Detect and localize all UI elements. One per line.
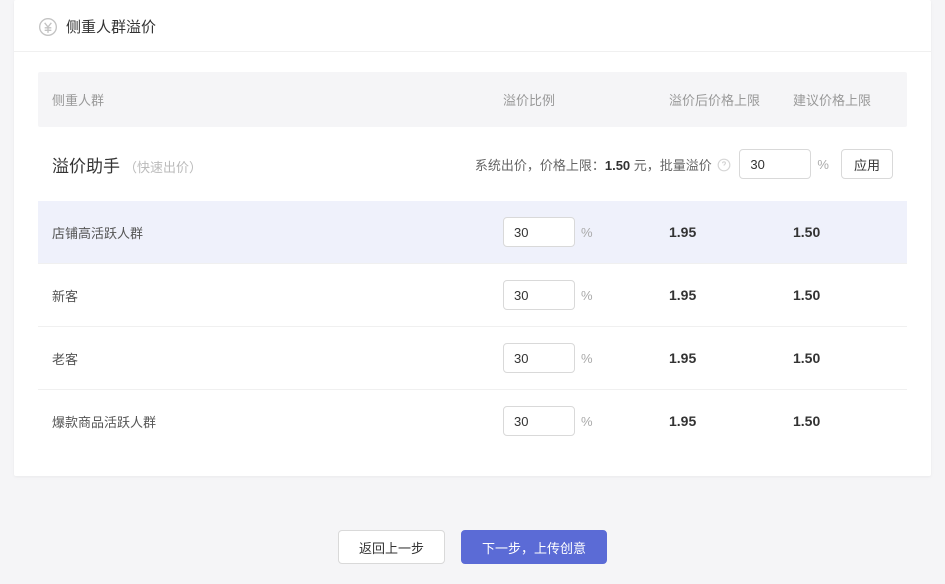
back-button[interactable]: 返回上一步 bbox=[338, 530, 445, 564]
col-header-upper: 溢价后价格上限 bbox=[669, 90, 793, 109]
table-row: 老客% 1.951.50 bbox=[38, 327, 907, 390]
row-ratio: % bbox=[503, 217, 669, 247]
apply-button[interactable]: 应用 bbox=[841, 149, 893, 179]
assist-price: 1.50 bbox=[605, 158, 630, 173]
ratio-input[interactable] bbox=[503, 406, 575, 436]
yen-circle-icon bbox=[38, 17, 58, 37]
ratio-input-group: % bbox=[503, 406, 669, 436]
row-suggest: 1.50 bbox=[793, 224, 893, 240]
ratio-input[interactable] bbox=[503, 343, 575, 373]
batch-input-group: % 应用 bbox=[739, 149, 893, 179]
row-ratio: % bbox=[503, 343, 669, 373]
row-ratio: % bbox=[503, 280, 669, 310]
assist-left: 溢价助手 （快速出价） bbox=[52, 152, 247, 177]
table-row: 店铺高活跃人群% 1.951.50 bbox=[38, 201, 907, 264]
card-title: 侧重人群溢价 bbox=[66, 16, 156, 37]
ratio-input[interactable] bbox=[503, 280, 575, 310]
row-ratio: % bbox=[503, 406, 669, 436]
premium-card: 侧重人群溢价 侧重人群 溢价比例 溢价后价格上限 建议价格上限 溢价助手 （快速… bbox=[14, 0, 931, 476]
percent-label: % bbox=[817, 157, 829, 172]
ratio-input[interactable] bbox=[503, 217, 575, 247]
row-name: 新客 bbox=[52, 286, 503, 305]
help-icon[interactable] bbox=[717, 158, 731, 172]
percent-label: % bbox=[581, 225, 593, 240]
row-suggest: 1.50 bbox=[793, 287, 893, 303]
card-header: 侧重人群溢价 bbox=[14, 0, 931, 52]
assist-desc: 系统出价，价格上限：1.50 元，批量溢价 bbox=[247, 155, 739, 174]
row-upper: 1.95 bbox=[669, 350, 793, 366]
ratio-input-group: % bbox=[503, 343, 669, 373]
col-header-suggest: 建议价格上限 bbox=[793, 90, 893, 109]
row-suggest: 1.50 bbox=[793, 350, 893, 366]
batch-premium-input[interactable] bbox=[739, 149, 811, 179]
assist-title: 溢价助手 bbox=[52, 152, 120, 177]
table-row: 新客% 1.951.50 bbox=[38, 264, 907, 327]
table-row: 爆款商品活跃人群% 1.951.50 bbox=[38, 390, 907, 452]
row-name: 老客 bbox=[52, 349, 503, 368]
col-header-ratio: 溢价比例 bbox=[503, 90, 669, 109]
percent-label: % bbox=[581, 351, 593, 366]
assist-desc-mid: 元，批量溢价 bbox=[630, 158, 712, 173]
table-header: 侧重人群 溢价比例 溢价后价格上限 建议价格上限 bbox=[38, 72, 907, 127]
row-name: 店铺高活跃人群 bbox=[52, 223, 503, 242]
row-suggest: 1.50 bbox=[793, 413, 893, 429]
ratio-input-group: % bbox=[503, 217, 669, 247]
footer-actions: 返回上一步 下一步，上传创意 bbox=[14, 476, 931, 584]
col-header-group: 侧重人群 bbox=[52, 90, 503, 109]
assist-desc-prefix: 系统出价，价格上限： bbox=[475, 158, 605, 173]
next-button[interactable]: 下一步，上传创意 bbox=[461, 530, 607, 564]
row-upper: 1.95 bbox=[669, 224, 793, 240]
table-wrap: 侧重人群 溢价比例 溢价后价格上限 建议价格上限 溢价助手 （快速出价） 系统出… bbox=[14, 52, 931, 476]
ratio-input-group: % bbox=[503, 280, 669, 310]
row-upper: 1.95 bbox=[669, 287, 793, 303]
assist-subtitle: （快速出价） bbox=[124, 157, 202, 176]
row-name: 爆款商品活跃人群 bbox=[52, 412, 503, 431]
row-upper: 1.95 bbox=[669, 413, 793, 429]
percent-label: % bbox=[581, 414, 593, 429]
percent-label: % bbox=[581, 288, 593, 303]
premium-assist-row: 溢价助手 （快速出价） 系统出价，价格上限：1.50 元，批量溢价 % 应用 bbox=[38, 127, 907, 201]
